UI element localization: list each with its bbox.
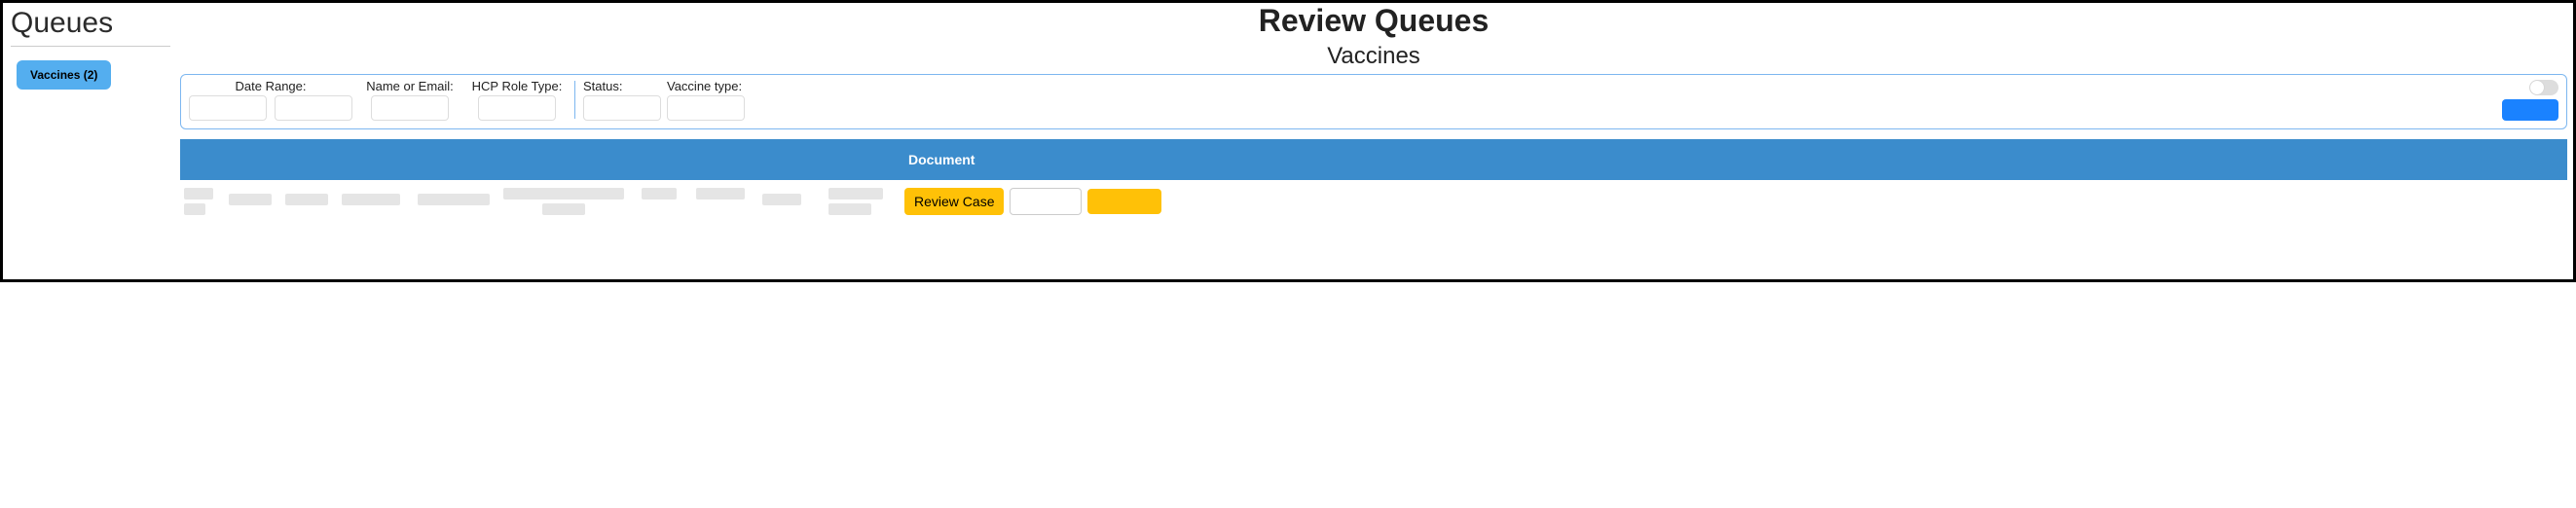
- cell-3: [338, 188, 412, 205]
- th-7: [692, 139, 756, 180]
- filter-label-hcp-role: HCP Role Type:: [472, 79, 563, 93]
- date-range-start-input[interactable]: [189, 95, 267, 121]
- results-table: Document: [180, 139, 2567, 215]
- document-input[interactable]: [1010, 188, 1082, 215]
- th-9: [825, 139, 899, 180]
- filter-date-range: Date Range:: [189, 79, 352, 121]
- sidebar: Queues Vaccines (2): [3, 3, 178, 279]
- filter-toggle[interactable]: [2529, 80, 2558, 95]
- sidebar-title: Queues: [11, 7, 170, 40]
- hcp-role-input[interactable]: [478, 95, 556, 121]
- main: Review Queues Vaccines Date Range: Name …: [178, 3, 2573, 279]
- th-6: [638, 139, 690, 180]
- cell-8: [758, 188, 823, 205]
- filter-name-email: Name or Email:: [356, 79, 463, 121]
- filter-label-vaccine-type: Vaccine type:: [667, 79, 742, 93]
- th-4: [414, 139, 497, 180]
- app-frame: Queues Vaccines (2) Review Queues Vaccin…: [0, 0, 2576, 282]
- date-range-end-input[interactable]: [275, 95, 352, 121]
- cell-0: [180, 188, 223, 215]
- cell-9: [825, 188, 899, 215]
- cell-5: [499, 188, 636, 215]
- apply-filters-button[interactable]: [2502, 99, 2558, 121]
- filter-vaccine-type: Vaccine type:: [667, 79, 764, 121]
- filter-hcp-role: HCP Role Type:: [463, 79, 570, 121]
- cell-1: [225, 188, 279, 205]
- th-0: [180, 139, 223, 180]
- th-8: [758, 139, 823, 180]
- cell-document: Review Case: [901, 188, 1169, 215]
- table-header-row: Document: [180, 139, 2567, 180]
- table-row: Review Case: [180, 188, 2567, 215]
- filter-actions: [2502, 80, 2558, 121]
- th-11: [1171, 139, 1195, 180]
- name-email-input[interactable]: [371, 95, 449, 121]
- cell-6: [638, 188, 690, 200]
- filter-bar: Date Range: Name or Email: HCP Role Type…: [180, 74, 2567, 129]
- page-subtitle: Vaccines: [178, 43, 2569, 70]
- sidebar-item-vaccines[interactable]: Vaccines (2): [17, 60, 111, 90]
- th-2: [281, 139, 336, 180]
- status-input[interactable]: [583, 95, 661, 121]
- th-3: [338, 139, 412, 180]
- th-1: [225, 139, 279, 180]
- toggle-knob-icon: [2530, 81, 2544, 94]
- filter-label-date-range: Date Range:: [236, 79, 307, 93]
- filter-status: Status:: [579, 79, 667, 121]
- filter-label-status: Status:: [583, 79, 622, 93]
- filter-divider: [574, 81, 575, 119]
- document-action-button[interactable]: [1087, 189, 1161, 214]
- cell-4: [414, 188, 497, 205]
- cell-2: [281, 188, 336, 205]
- filter-label-name-email: Name or Email:: [366, 79, 454, 93]
- th-document: Document: [901, 139, 1169, 180]
- sidebar-divider: [11, 46, 170, 47]
- review-case-button[interactable]: Review Case: [904, 188, 1004, 215]
- vaccine-type-input[interactable]: [667, 95, 745, 121]
- cell-7: [692, 188, 756, 200]
- th-5: [499, 139, 636, 180]
- page-title: Review Queues: [178, 3, 2569, 39]
